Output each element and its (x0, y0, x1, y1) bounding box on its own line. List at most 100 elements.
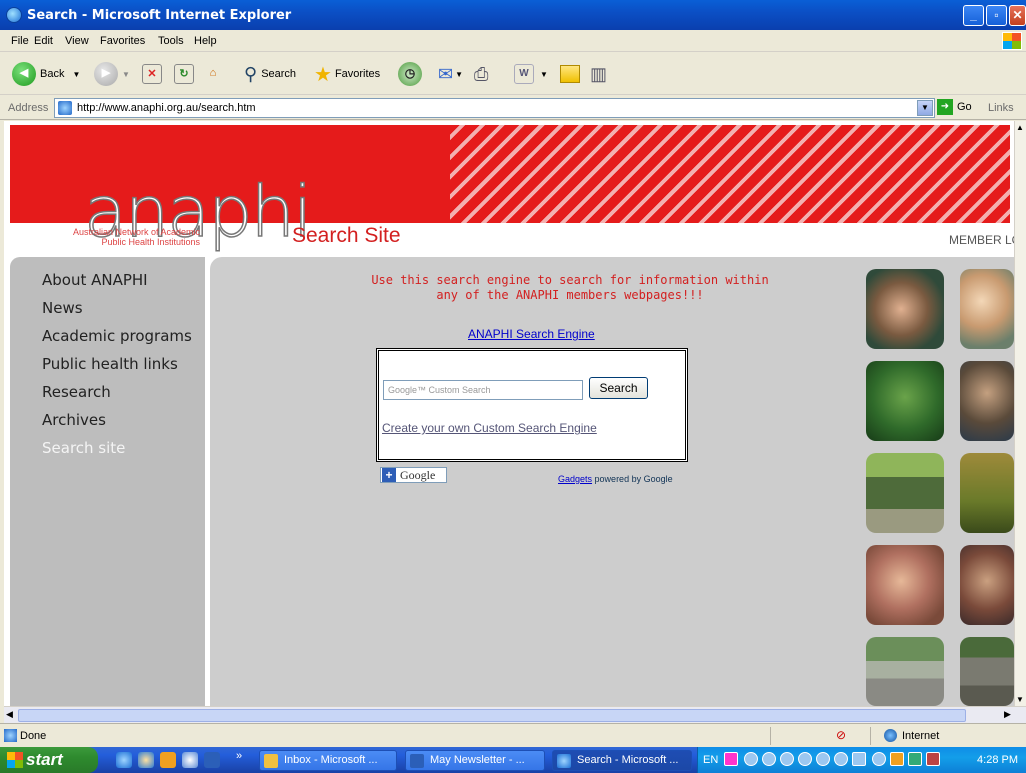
window-title: Search - Microsoft Internet Explorer (27, 8, 292, 23)
tray-clock[interactable]: 4:28 PM (977, 754, 1018, 766)
address-input[interactable]: http://www.anaphi.org.au/search.htm ▼ (54, 98, 935, 118)
create-cse-link[interactable]: Create your own Custom Search Engine (382, 421, 597, 435)
back-dropdown-icon[interactable]: ▼ (72, 70, 80, 79)
links-button[interactable]: Links (988, 102, 1014, 114)
vertical-scrollbar[interactable]: ▲ ▼ (1014, 121, 1026, 706)
maximize-button[interactable]: ▫ (986, 5, 1007, 26)
quicklaunch-outlook-icon[interactable] (160, 752, 176, 768)
quicklaunch-word-icon[interactable] (204, 752, 220, 768)
quicklaunch-browser-icon[interactable] (138, 752, 154, 768)
horizontal-scrollbar[interactable]: ◀ ▶ (4, 706, 1026, 723)
close-button[interactable]: ✕ (1009, 5, 1026, 26)
horizontal-scroll-thumb[interactable] (18, 709, 966, 722)
task-search-ie[interactable]: Search - Microsoft ... (552, 750, 692, 771)
tray-chevron-icon[interactable] (872, 752, 886, 766)
favorites-label: Favorites (334, 68, 381, 80)
quicklaunch-more-icon[interactable]: » (236, 750, 242, 762)
nav-research[interactable]: Research (42, 383, 111, 401)
start-label: start (26, 750, 63, 769)
scroll-right-icon[interactable]: ▶ (1004, 709, 1011, 720)
language-indicator[interactable]: EN (703, 754, 718, 766)
photo-children (960, 545, 1014, 625)
internet-zone-icon (884, 729, 897, 742)
nav-archives[interactable]: Archives (42, 411, 106, 429)
nav-news[interactable]: News (42, 299, 83, 317)
discuss-button[interactable] (560, 61, 580, 87)
history-button[interactable]: ◷ (398, 61, 426, 87)
print-button[interactable]: ⎙ (474, 61, 488, 87)
task-inbox[interactable]: Inbox - Microsoft ... (259, 750, 397, 771)
search-button[interactable]: ⚲ Search (244, 61, 296, 87)
custom-search-input[interactable]: Google™ Custom Search (383, 380, 583, 400)
media-next-icon[interactable] (834, 752, 848, 766)
tray-outlook-icon[interactable] (890, 752, 904, 766)
system-tray: EN 4:28 PM (697, 747, 1026, 773)
media-forward-icon[interactable] (816, 752, 830, 766)
tray-network-icon[interactable] (908, 752, 922, 766)
menu-file[interactable]: File (11, 35, 29, 47)
tray-security-icon[interactable] (926, 752, 940, 766)
media-prev-icon[interactable] (744, 752, 758, 766)
search-submit-button[interactable]: Search (589, 377, 648, 399)
site-tagline: Australian Network of Academic Public He… (40, 227, 200, 247)
popup-blocked-icon[interactable]: ⊘ (836, 728, 846, 742)
scroll-down-icon[interactable]: ▼ (1016, 695, 1024, 704)
forward-button[interactable]: ▶ ▼ (94, 61, 130, 87)
scroll-left-icon[interactable]: ◀ (6, 709, 13, 720)
menu-help[interactable]: Help (194, 35, 217, 47)
scroll-up-icon[interactable]: ▲ (1016, 123, 1024, 132)
menu-favorites[interactable]: Favorites (100, 35, 145, 47)
media-back-icon[interactable] (798, 752, 812, 766)
stop-icon: ✕ (142, 64, 162, 84)
add-to-google-button[interactable]: + Google (380, 467, 447, 483)
search-engine-link[interactable]: ANAPHI Search Engine (468, 327, 595, 341)
forward-dropdown-icon[interactable]: ▼ (122, 70, 130, 79)
search-label: Search (261, 68, 297, 80)
tray-app-icon[interactable] (724, 752, 738, 766)
menu-edit[interactable]: Edit (34, 35, 53, 47)
menu-view[interactable]: View (65, 35, 89, 47)
media-stop-icon[interactable] (780, 752, 794, 766)
menu-tools[interactable]: Tools (158, 35, 184, 47)
research-button[interactable]: ▥ (590, 61, 607, 87)
refresh-icon: ↻ (174, 64, 194, 84)
quicklaunch-ie-icon[interactable] (116, 752, 132, 768)
address-dropdown-icon[interactable]: ▼ (917, 100, 933, 116)
nav-public-health-links[interactable]: Public health links (42, 355, 178, 373)
go-label: Go (957, 101, 972, 113)
nav-academic-programs[interactable]: Academic programs (42, 327, 192, 345)
windows-logo-icon (1002, 32, 1022, 50)
stop-button[interactable]: ✕ (142, 61, 162, 87)
favorites-button[interactable]: ★ Favorites (314, 61, 380, 87)
media-pause-icon[interactable] (762, 752, 776, 766)
status-text: Done (20, 730, 47, 742)
tagline-line1: Australian Network of Academic (72, 227, 200, 237)
task-label: Search - Microsoft ... (577, 754, 679, 766)
go-button[interactable]: ➜ Go (937, 99, 972, 115)
gadgets-link[interactable]: Gadgets (558, 474, 592, 484)
menu-bar: File Edit View Favorites Tools Help (0, 30, 1026, 52)
forward-arrow-icon: ▶ (94, 62, 118, 86)
mail-dropdown-icon[interactable]: ▼ (455, 70, 463, 79)
media-options-icon[interactable] (852, 752, 866, 766)
home-button[interactable]: ⌂ (203, 61, 223, 87)
member-login-link[interactable]: MEMBER LO (949, 233, 1014, 247)
edit-button[interactable]: W ▼ (514, 61, 548, 87)
status-divider (870, 727, 871, 745)
nav-about[interactable]: About ANAPHI (42, 271, 148, 289)
web-page: anaphi Australian Network of Academic Pu… (4, 121, 1014, 706)
nav-search-site[interactable]: Search site (42, 439, 125, 457)
refresh-button[interactable]: ↻ (174, 61, 194, 87)
task-newsletter[interactable]: May Newsletter - ... (405, 750, 545, 771)
minimize-button[interactable]: _ (963, 5, 984, 26)
page-title: Search Site (292, 224, 401, 247)
taskbar: start » Inbox - Microsoft ... May Newsle… (0, 747, 1026, 773)
start-button[interactable]: start (0, 747, 98, 773)
quicklaunch-media-icon[interactable] (182, 752, 198, 768)
mail-button[interactable]: ✉ ▼ (438, 61, 463, 87)
notes-icon (560, 65, 580, 83)
photo-young-woman (960, 269, 1014, 349)
back-button[interactable]: ◀ Back ▼ (12, 61, 80, 87)
security-zone: Internet (902, 730, 940, 742)
edit-dropdown-icon[interactable]: ▼ (540, 70, 548, 79)
